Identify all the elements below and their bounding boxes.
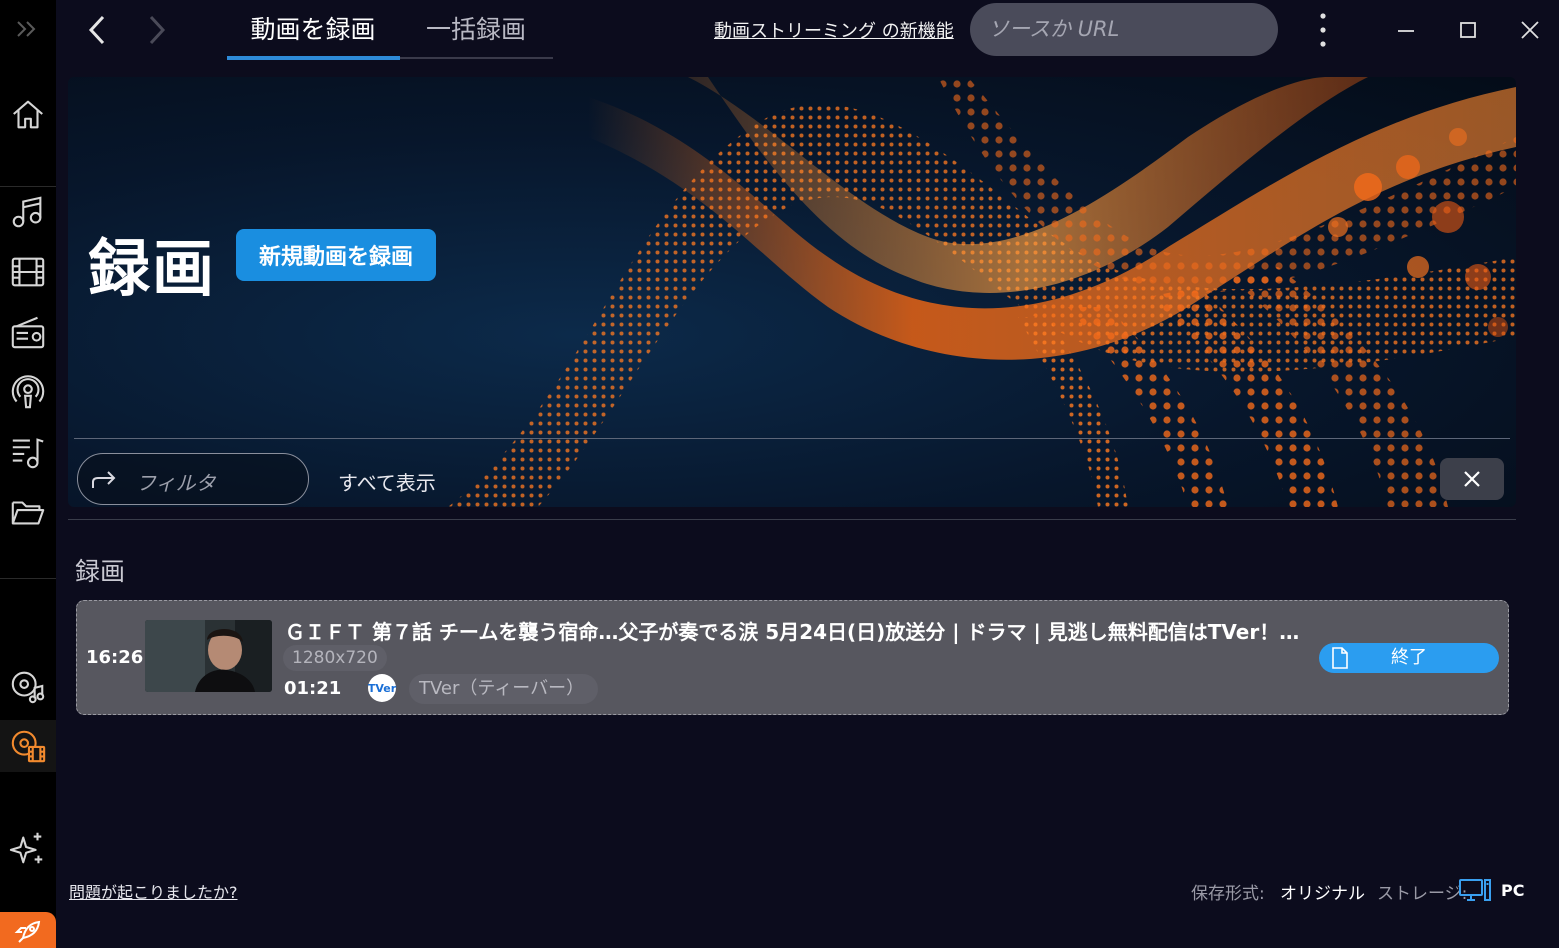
back-arrow-icon[interactable] <box>80 12 116 48</box>
recording-thumbnail[interactable] <box>145 620 272 692</box>
podcast-icon <box>11 375 45 409</box>
whats-new-link[interactable]: 動画ストリーミング の新機能 <box>714 17 954 43</box>
sidebar-item-home[interactable] <box>0 88 56 140</box>
source-badge: TVer（ティーバー） <box>409 674 599 704</box>
tab-batch-record[interactable]: 一括録画 <box>410 12 542 56</box>
close-window-icon[interactable] <box>1512 12 1548 48</box>
sidebar-item-ai[interactable] <box>0 822 56 874</box>
playlist-icon <box>12 438 44 469</box>
content-divider <box>68 519 1516 520</box>
sidebar-item-music-recorder[interactable] <box>0 660 56 712</box>
recording-duration: 01:21 <box>284 678 342 699</box>
sidebar-item-podcast[interactable] <box>0 366 56 418</box>
recordings-section-title: 録画 <box>75 557 126 586</box>
hero-banner <box>68 77 1516 507</box>
filter-input[interactable]: フィルタ <box>77 453 309 505</box>
tver-logo-icon: TVer <box>368 674 396 702</box>
sparkle-icon <box>9 832 43 864</box>
save-format-value[interactable]: オリジナル <box>1280 879 1365 904</box>
video-recorder-icon <box>11 730 46 763</box>
pc-storage-icon[interactable] <box>1458 877 1492 903</box>
home-icon <box>13 100 43 129</box>
sidebar-item-playlist[interactable] <box>0 426 56 478</box>
record-new-video-button[interactable]: 新規動画を録画 <box>236 229 436 281</box>
close-icon <box>1464 471 1480 487</box>
sidebar-item-video-recorder[interactable] <box>0 720 56 772</box>
sidebar-item-folder[interactable] <box>0 486 56 538</box>
folder-icon <box>11 501 45 525</box>
recording-time: 16:26 <box>86 647 144 668</box>
maximize-icon[interactable] <box>1450 12 1486 48</box>
active-tab-indicator <box>227 56 400 60</box>
sidebar-item-video[interactable] <box>0 246 56 298</box>
help-link[interactable]: 問題が起こりましたか? <box>69 879 238 903</box>
sidebar <box>0 0 56 948</box>
music-icon <box>12 196 42 228</box>
rocket-icon <box>14 920 41 943</box>
banner-title: 録画 <box>88 232 217 305</box>
radio-icon <box>11 316 45 349</box>
storage-label: ストレージ: <box>1377 884 1468 904</box>
resolution-badge: 1280x720 <box>283 645 387 671</box>
banner-art <box>448 77 1516 507</box>
url-input[interactable] <box>970 3 1278 56</box>
expand-sidebar-icon[interactable] <box>12 14 42 44</box>
more-menu-icon[interactable] <box>1305 12 1341 48</box>
sidebar-item-music[interactable] <box>0 186 56 238</box>
recording-row[interactable]: 16:26 ＧＩＦＴ 第７話 チームを襲う宿命…父子が奏でる涙 5月24日(日)… <box>76 600 1509 715</box>
show-all-toggle[interactable]: すべて表示 <box>338 467 436 496</box>
clear-filter-button[interactable] <box>1440 458 1504 500</box>
minimize-icon[interactable] <box>1388 12 1424 48</box>
status-label: 終了 <box>1391 647 1427 668</box>
film-icon <box>11 257 45 287</box>
banner-divider <box>74 438 1510 439</box>
storage-value[interactable]: PC <box>1501 881 1524 900</box>
status-done-button[interactable]: 終了 <box>1319 643 1499 673</box>
document-icon <box>1332 647 1348 669</box>
save-format-label: 保存形式: <box>1191 884 1265 904</box>
redirect-arrow-icon <box>92 471 116 488</box>
upgrade-rocket-button[interactable] <box>0 912 56 948</box>
recording-title: ＧＩＦＴ 第７話 チームを襲う宿命…父子が奏でる涙 5月24日(日)放送分 | … <box>285 620 1315 644</box>
music-recorder-icon <box>11 671 45 704</box>
filter-placeholder: フィルタ <box>136 471 216 495</box>
sidebar-item-radio[interactable] <box>0 306 56 358</box>
forward-arrow-icon[interactable] <box>138 12 174 48</box>
tab-record-video[interactable]: 動画を録画 <box>240 12 386 56</box>
